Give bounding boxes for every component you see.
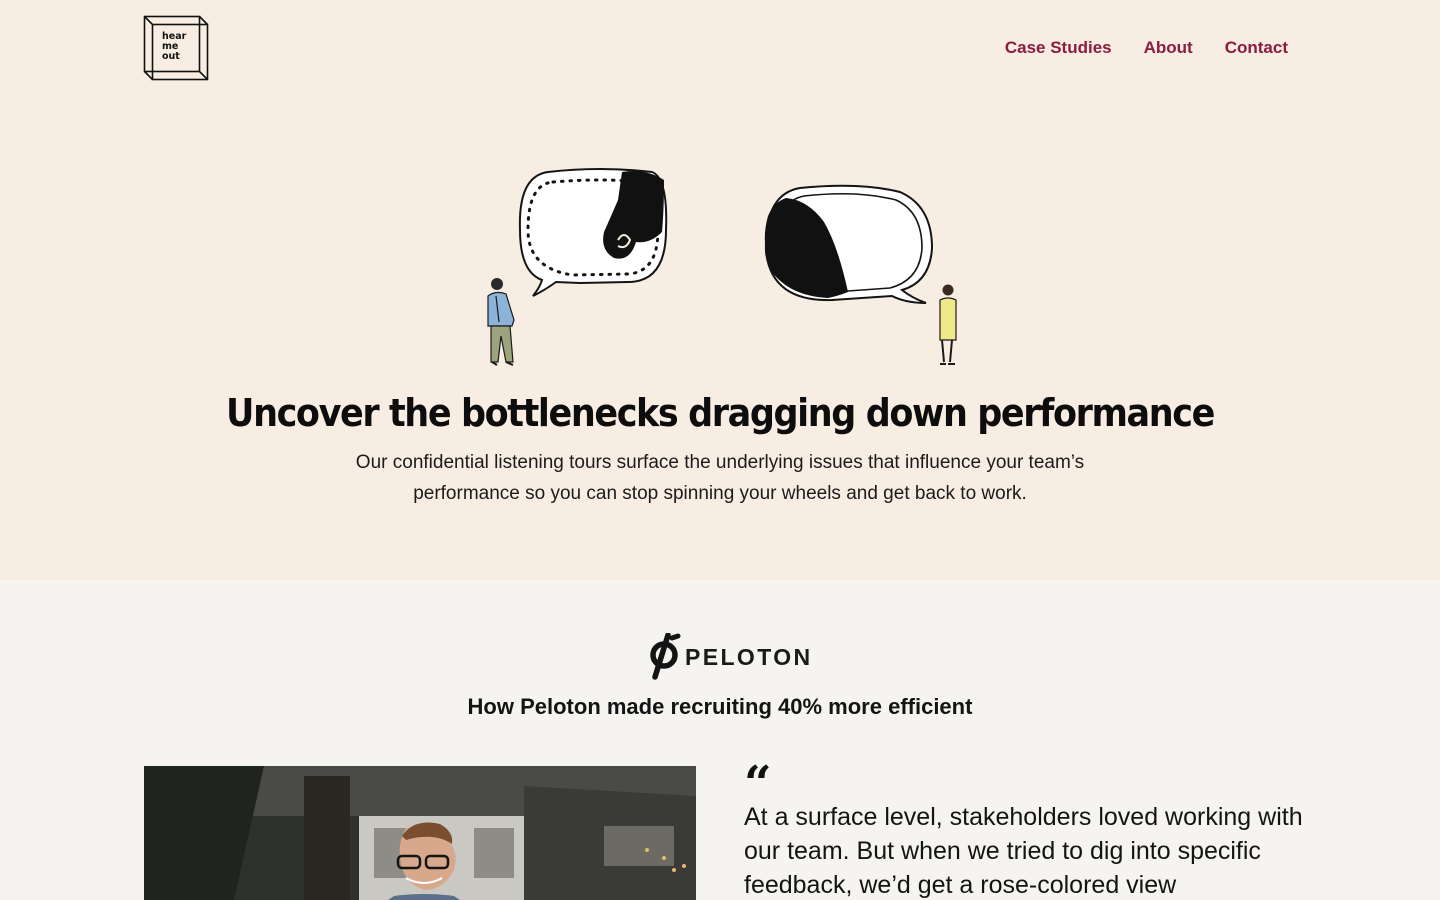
man-with-phone-icon [487,278,515,366]
testimonial-photo [144,766,696,900]
hero-headline: Uncover the bottlenecks dragging down pe… [226,392,1215,436]
conversation-illustration [487,168,957,366]
peloton-p-icon [650,632,681,680]
left-speech-bubble-icon [518,168,668,297]
case-study-title: How Peloton made recruiting 40% more eff… [467,694,973,719]
right-speech-bubble-icon [764,184,934,304]
peloton-logo: PELOTON [644,632,810,681]
woman-with-phone-icon [939,284,957,365]
hero-subtext: Our confidential listening tours surface… [355,452,1085,504]
brand-wordmark: PELOTON [685,644,813,670]
testimonial-quote: At a surface level, stakeholders loved w… [744,803,1303,899]
